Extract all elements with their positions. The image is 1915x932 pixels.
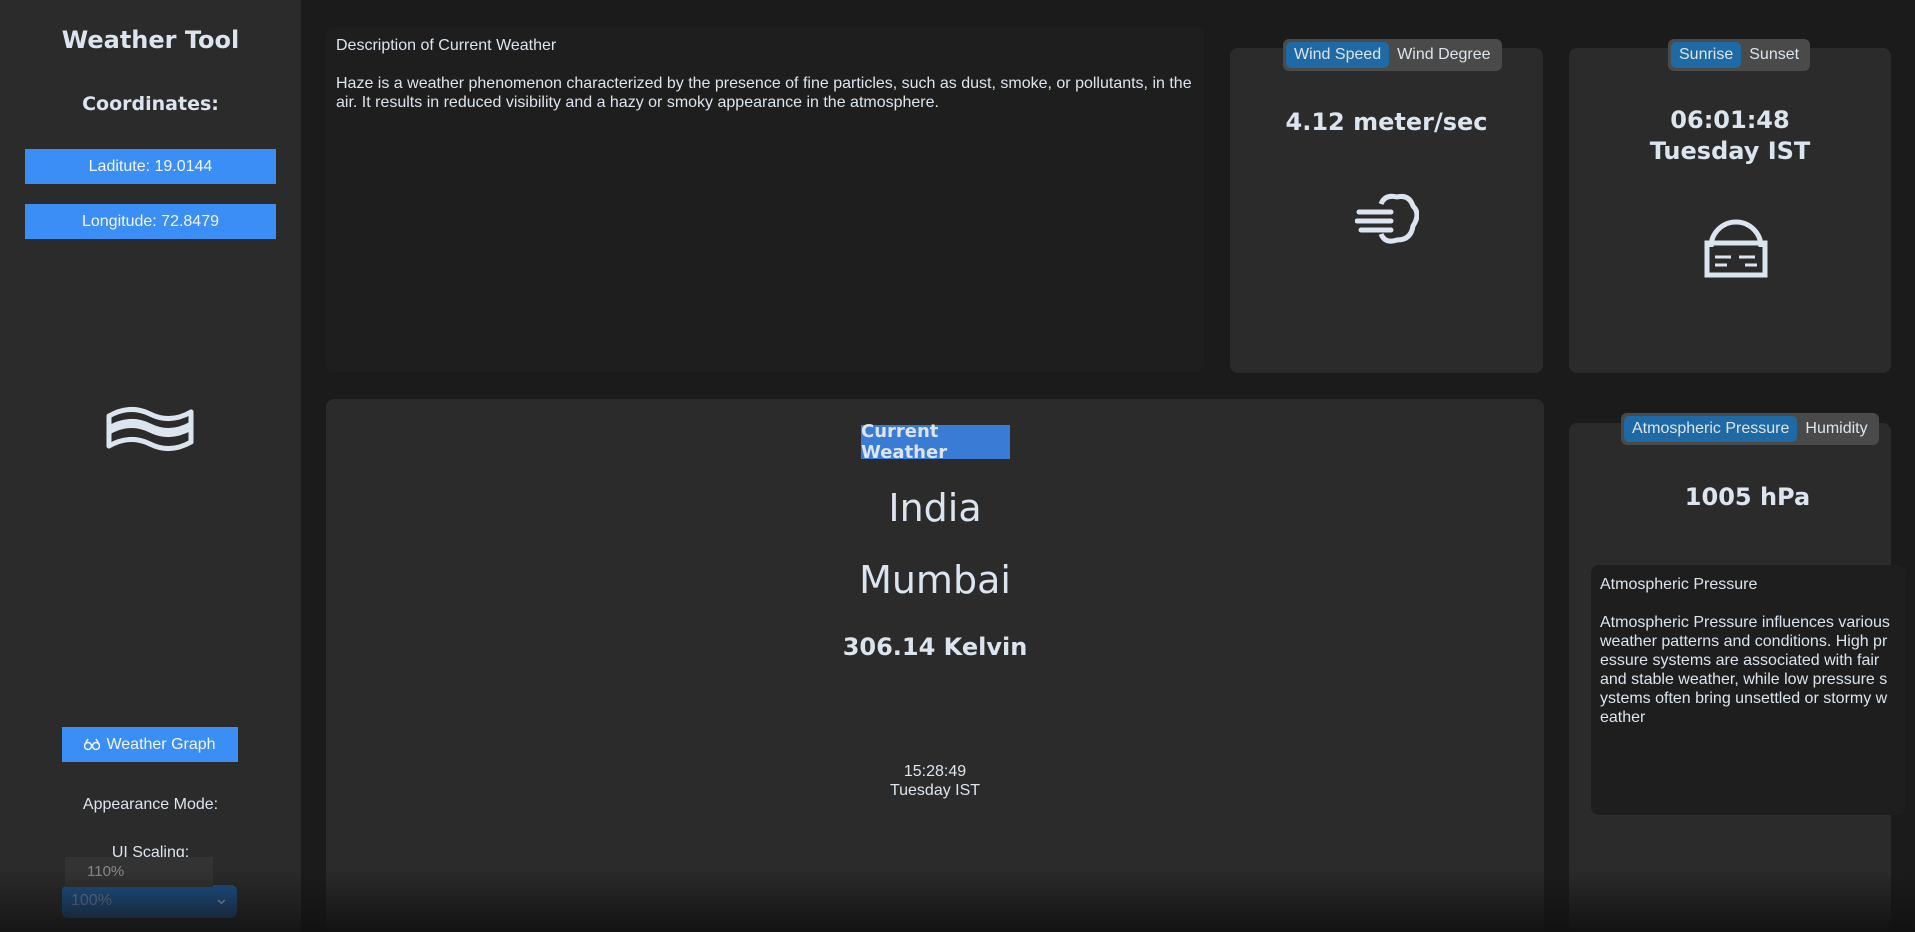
pressure-info-heading: Atmospheric Pressure [1600,576,1758,593]
appearance-mode-label: Appearance Mode: [82,796,219,813]
chevron-down-icon: ⌄ [213,888,229,908]
ui-scaling-selected: 100% [71,892,112,909]
wind-speed-value: 4.12 meter/sec [1285,108,1488,136]
haze-waves-icon [105,402,195,460]
city-name: Mumbai [859,558,1011,602]
app-title: Weather Tool [61,26,240,54]
ui-scaling-select[interactable]: 100% ⌄ [62,885,237,918]
weather-graph-label: Weather Graph [106,735,216,753]
chart-icon [84,738,101,752]
sun-segmented-control[interactable]: Sunrise Sunset [1668,39,1811,71]
current-weather-card [326,399,1544,932]
sunrise-time: 06:01:48 [1670,106,1790,134]
weather-graph-button[interactable]: Weather Graph [62,727,238,762]
wind-icon [1354,192,1420,246]
current-time: 15:28:49 [903,763,967,780]
coordinates-heading: Coordinates: [82,93,219,115]
current-weather-heading: Current Weather [861,421,1010,463]
wind-segmented-control[interactable]: Wind Speed Wind Degree [1283,39,1502,71]
tab-wind-degree[interactable]: Wind Degree [1389,42,1498,68]
description-heading: Description of Current Weather [336,37,557,54]
sunrise-icon [1703,213,1769,279]
pressure-info-textbox[interactable]: Atmospheric Pressure Atmospheric Pressur… [1600,575,1892,746]
pressure-value: 1005 hPa [1684,483,1811,511]
longitude-button[interactable]: Longitude: 72.8479 [25,204,276,239]
country-name: India [888,486,982,530]
temperature-value: 306.14 Kelvin [842,633,1028,661]
current-day: Tuesday IST [889,782,981,799]
tab-atmospheric-pressure[interactable]: Atmospheric Pressure [1624,416,1798,442]
sun-card [1569,48,1891,373]
description-textbox[interactable]: Description of Current Weather Haze is a… [336,36,1198,131]
sidebar [0,0,301,932]
pressure-info-text: Atmospheric Pressure influences various … [1600,614,1890,726]
tab-sunrise[interactable]: Sunrise [1671,42,1742,68]
ui-scaling-option[interactable]: 110% [65,857,213,887]
pressure-segmented-control[interactable]: Atmospheric Pressure Humidity [1621,413,1879,445]
description-text: Haze is a weather phenomenon characteriz… [336,75,1192,111]
bottom-shadow [301,870,1915,932]
tab-sunset[interactable]: Sunset [1741,42,1807,68]
latitude-button[interactable]: Laditute: 19.0144 [25,149,276,184]
tab-wind-speed[interactable]: Wind Speed [1286,42,1390,68]
tab-humidity[interactable]: Humidity [1797,416,1875,442]
sunrise-day: Tuesday IST [1649,137,1811,165]
